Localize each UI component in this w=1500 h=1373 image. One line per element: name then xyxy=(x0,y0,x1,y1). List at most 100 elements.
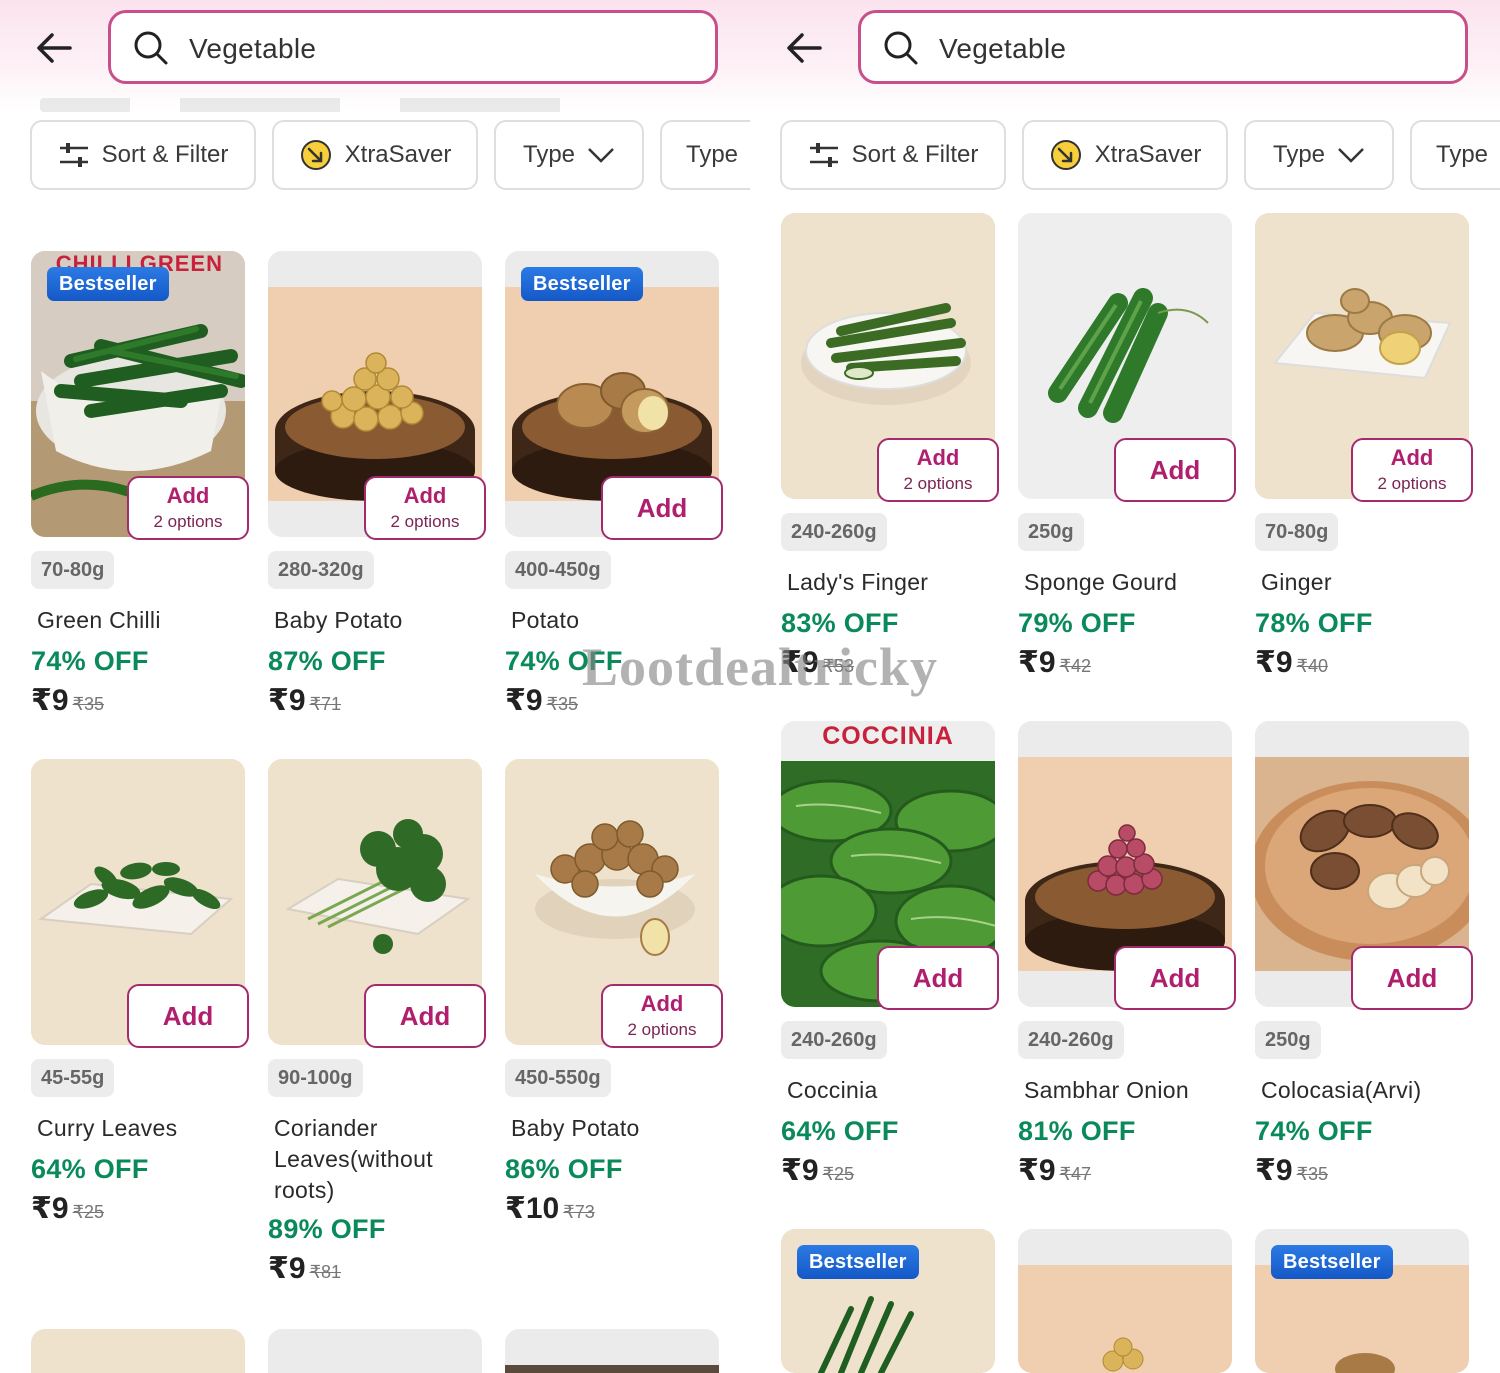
type-chip[interactable]: Type xyxy=(494,120,644,190)
mrp-price: ₹81 xyxy=(309,1262,342,1282)
add-button[interactable]: Add 2 options xyxy=(601,984,723,1048)
type-chip[interactable]: Type xyxy=(1244,120,1394,190)
mrp-price: ₹42 xyxy=(1059,656,1092,676)
header-bar: Vegetable xyxy=(750,0,1500,110)
baby-potato-image xyxy=(1102,1337,1144,1372)
price: ₹9 ₹25 xyxy=(31,1191,104,1226)
options-label: 2 options xyxy=(903,474,973,493)
price: ₹9 ₹35 xyxy=(1255,1153,1328,1188)
product-card-partial[interactable]: Bestseller xyxy=(1255,1229,1469,1373)
product-card-partial[interactable] xyxy=(31,1329,245,1373)
type-chip-2[interactable]: Type xyxy=(660,120,750,190)
price: ₹10 ₹73 xyxy=(505,1191,595,1226)
sort-filter-label: Sort & Filter xyxy=(101,141,229,168)
add-button[interactable]: Add 2 options xyxy=(877,438,999,502)
price: ₹9 ₹42 xyxy=(1018,645,1091,680)
add-button[interactable]: Add xyxy=(601,476,723,540)
search-input[interactable]: Vegetable xyxy=(858,10,1468,84)
options-label: 2 options xyxy=(153,512,223,531)
type-label: Type xyxy=(522,141,576,168)
back-arrow-icon[interactable] xyxy=(34,28,74,68)
price: ₹9 ₹71 xyxy=(268,683,341,718)
bestseller-badge: Bestseller xyxy=(1271,1245,1393,1279)
search-icon xyxy=(884,31,918,65)
product-weight: 70-80g xyxy=(31,551,115,589)
add-label: Add xyxy=(1386,963,1438,993)
search-input[interactable]: Vegetable xyxy=(108,10,718,84)
watermark-text: Lootdealtricky xyxy=(582,637,938,697)
add-label: Add xyxy=(162,1001,214,1031)
search-icon xyxy=(134,31,168,65)
add-label: Add xyxy=(1149,963,1201,993)
product-card-partial[interactable] xyxy=(505,1329,719,1373)
mrp-price: ₹25 xyxy=(72,1202,105,1222)
xtrasaver-chip[interactable]: XtraSaver xyxy=(272,120,478,190)
product-name: Baby Potato xyxy=(274,607,403,633)
product-name: Colocasia(Arvi) xyxy=(1261,1077,1422,1103)
sort-filter-chip[interactable]: Sort & Filter xyxy=(780,120,1006,190)
price: ₹9 ₹35 xyxy=(505,683,578,718)
product-name: Coccinia xyxy=(787,1077,878,1103)
add-button[interactable]: Add xyxy=(1114,946,1236,1010)
coccinia-banner-text: COCCINIA xyxy=(822,722,954,750)
product-weight: 240-260g xyxy=(781,513,887,551)
add-label: Add xyxy=(640,991,684,1016)
sale-price: ₹9 xyxy=(31,1192,69,1225)
discount-label: 64% OFF xyxy=(31,1154,149,1184)
back-arrow-icon[interactable] xyxy=(784,28,824,68)
xtrasaver-label: XtraSaver xyxy=(344,141,452,168)
add-button[interactable]: Add xyxy=(364,984,486,1048)
add-button[interactable]: Add xyxy=(1351,946,1473,1010)
price: ₹9 ₹81 xyxy=(268,1251,341,1286)
product-weight: 240-260g xyxy=(1018,1021,1124,1059)
discount-label: 78% OFF xyxy=(1255,608,1373,638)
product-weight: 70-80g xyxy=(1255,513,1339,551)
product-weight: 250g xyxy=(1255,1021,1321,1059)
mrp-price: ₹40 xyxy=(1296,656,1329,676)
add-button[interactable]: Add 2 options xyxy=(364,476,486,540)
product-name: Coriander Leaves(without roots) xyxy=(274,1115,433,1203)
product-weight: 240-260g xyxy=(781,1021,887,1059)
sale-price: ₹9 xyxy=(781,1154,819,1187)
product-card-partial[interactable] xyxy=(1018,1229,1232,1373)
mrp-price: ₹47 xyxy=(1059,1164,1092,1184)
discount-label: 87% OFF xyxy=(268,646,386,676)
options-label: 2 options xyxy=(1377,474,1447,493)
mrp-price: ₹35 xyxy=(1296,1164,1329,1184)
sale-price: ₹9 xyxy=(1255,646,1293,679)
bestseller-badge: Bestseller xyxy=(47,267,169,301)
product-weight: 400-450g xyxy=(505,551,611,589)
add-button[interactable]: Add 2 options xyxy=(127,476,249,540)
type-label: Type xyxy=(1272,141,1326,168)
sort-filter-chip[interactable]: Sort & Filter xyxy=(30,120,256,190)
product-card-partial[interactable] xyxy=(268,1329,482,1373)
sort-filter-label: Sort & Filter xyxy=(851,141,979,168)
product-name: Potato xyxy=(511,607,580,633)
product-card-partial[interactable]: Bestseller xyxy=(781,1229,995,1373)
add-label: Add xyxy=(912,963,964,993)
product-weight: 45-55g xyxy=(31,1059,115,1097)
mrp-price: ₹35 xyxy=(546,694,579,714)
type-label-2: Type xyxy=(1436,141,1489,168)
add-label: Add xyxy=(636,493,688,523)
search-value: Vegetable xyxy=(939,33,1067,64)
add-button[interactable]: Add xyxy=(1114,438,1236,502)
add-label: Add xyxy=(1149,455,1201,485)
discount-label: 89% OFF xyxy=(268,1214,386,1244)
add-button[interactable]: Add xyxy=(127,984,249,1048)
xtrasaver-chip[interactable]: XtraSaver xyxy=(1022,120,1228,190)
add-label: Add xyxy=(166,483,210,508)
sale-price: ₹9 xyxy=(268,684,306,717)
product-name: Curry Leaves xyxy=(37,1115,178,1141)
discount-label: 81% OFF xyxy=(1018,1116,1136,1146)
sale-price: ₹9 xyxy=(1018,1154,1056,1187)
add-label: Add xyxy=(1390,445,1434,470)
discount-label: 74% OFF xyxy=(31,646,149,676)
type-chip-2[interactable]: Type xyxy=(1410,120,1500,190)
add-button[interactable]: Add xyxy=(877,946,999,1010)
add-button[interactable]: Add 2 options xyxy=(1351,438,1473,502)
chevron-down-icon xyxy=(588,148,614,163)
options-label: 2 options xyxy=(390,512,460,531)
discount-label: 86% OFF xyxy=(505,1154,623,1184)
sliders-icon xyxy=(809,143,838,167)
